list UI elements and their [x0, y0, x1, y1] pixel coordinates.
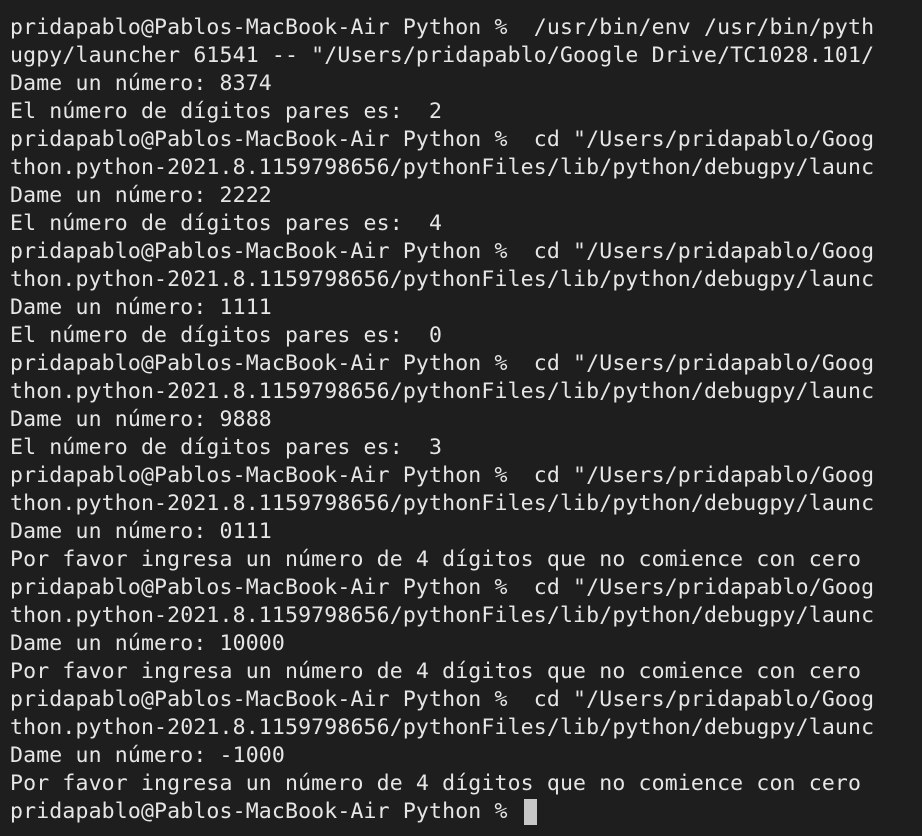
- terminal-line: pridapablo@Pablos-MacBook-Air Python % c…: [10, 463, 875, 488]
- terminal-line: El número de dígitos pares es: 3: [10, 435, 443, 460]
- terminal-window[interactable]: pridapablo@Pablos-MacBook-Air Python % /…: [0, 0, 922, 836]
- terminal-line: pridapablo@Pablos-MacBook-Air Python % c…: [10, 575, 875, 600]
- terminal-line: thon.python-2021.8.1159798656/pythonFile…: [10, 379, 875, 404]
- terminal-line: pridapablo@Pablos-MacBook-Air Python % c…: [10, 351, 875, 376]
- terminal-line: Dame un número: 2222: [10, 183, 272, 208]
- terminal-line: Por favor ingresa un número de 4 dígitos…: [10, 547, 862, 572]
- terminal-line: thon.python-2021.8.1159798656/pythonFile…: [10, 155, 875, 180]
- terminal-line: thon.python-2021.8.1159798656/pythonFile…: [10, 603, 875, 628]
- terminal-line: pridapablo@Pablos-MacBook-Air Python % c…: [10, 127, 875, 152]
- terminal-line: Dame un número: 9888: [10, 407, 272, 432]
- terminal-line: Por favor ingresa un número de 4 dígitos…: [10, 659, 862, 684]
- terminal-line: Dame un número: 10000: [10, 631, 285, 656]
- terminal-line: El número de dígitos pares es: 4: [10, 211, 443, 236]
- terminal-line: El número de dígitos pares es: 0: [10, 323, 443, 348]
- terminal-line: thon.python-2021.8.1159798656/pythonFile…: [10, 267, 875, 292]
- shell-prompt: pridapablo@Pablos-MacBook-Air Python %: [10, 799, 521, 824]
- terminal-line: pridapablo@Pablos-MacBook-Air Python % /…: [10, 15, 875, 40]
- terminal-line: Por favor ingresa un número de 4 dígitos…: [10, 771, 862, 796]
- terminal-line: El número de dígitos pares es: 2: [10, 99, 443, 124]
- terminal-line: thon.python-2021.8.1159798656/pythonFile…: [10, 491, 875, 516]
- terminal-output: pridapablo@Pablos-MacBook-Air Python % /…: [10, 14, 922, 826]
- terminal-line: Dame un número: 8374: [10, 71, 272, 96]
- terminal-line: pridapablo@Pablos-MacBook-Air Python % c…: [10, 239, 875, 264]
- terminal-line: pridapablo@Pablos-MacBook-Air Python % c…: [10, 687, 875, 712]
- terminal-line: Dame un número: 0111: [10, 519, 272, 544]
- terminal-line: Dame un número: 1111: [10, 295, 272, 320]
- terminal-line: ugpy/launcher 61541 -- "/Users/pridapabl…: [10, 43, 875, 68]
- text-cursor: [523, 799, 537, 825]
- terminal-prompt-line[interactable]: pridapablo@Pablos-MacBook-Air Python %: [10, 798, 922, 826]
- terminal-line: Dame un número: -1000: [10, 743, 285, 768]
- terminal-line: thon.python-2021.8.1159798656/pythonFile…: [10, 715, 875, 740]
